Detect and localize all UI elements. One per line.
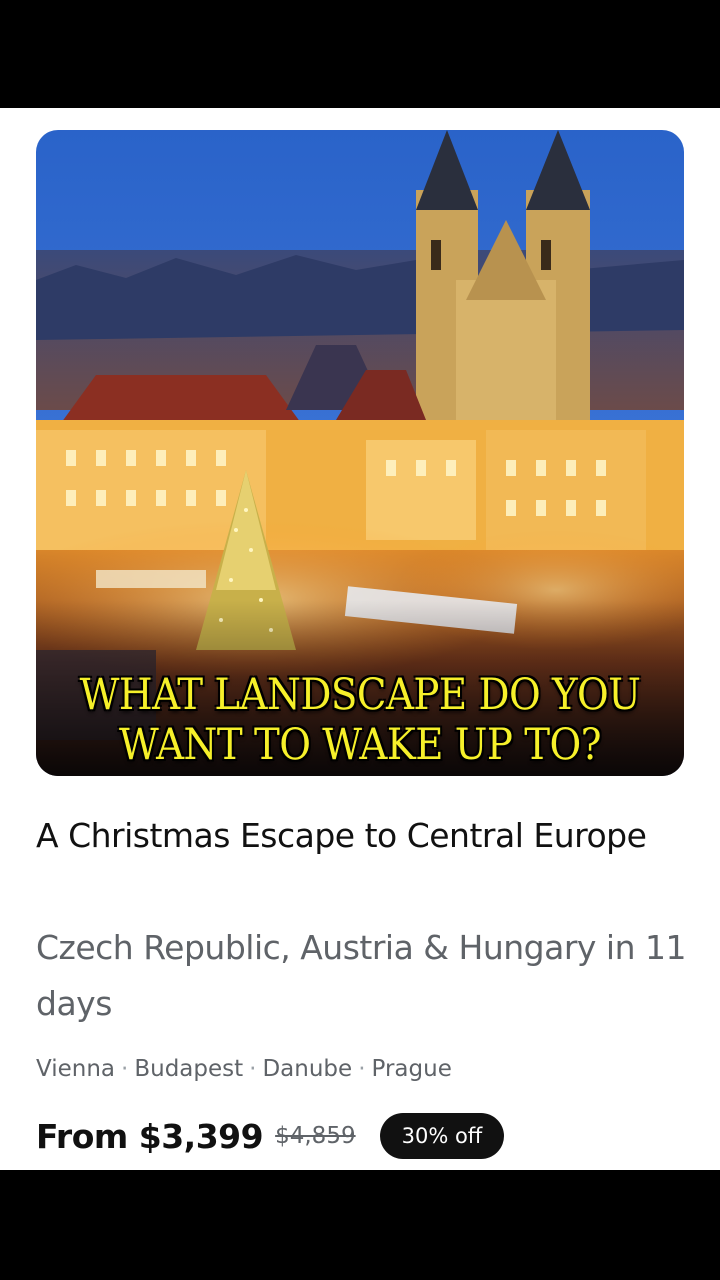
trip-stops: Vienna · Budapest · Danube · Prague	[36, 1052, 452, 1086]
stop-separator: ·	[249, 1056, 257, 1082]
trip-card[interactable]: WHAT LANDSCAPE DO YOU WANT TO WAKE UP TO…	[0, 108, 720, 1170]
hero-caption-line-2: WANT TO WAKE UP TO?	[118, 720, 602, 770]
original-price: $4,859	[275, 1123, 356, 1149]
stop-separator: ·	[121, 1056, 129, 1082]
hero-caption: WHAT LANDSCAPE DO YOU WANT TO WAKE UP TO…	[36, 670, 684, 770]
hero-caption-line-1: WHAT LANDSCAPE DO YOU	[79, 670, 641, 720]
current-price: From $3,399	[36, 1116, 264, 1156]
price-row: From $3,399 $4,859 30% off	[36, 1112, 505, 1160]
stop-budapest: Budapest	[134, 1056, 244, 1082]
stop-danube: Danube	[262, 1056, 353, 1082]
trip-subtitle: Czech Republic, Austria & Hungary in 11 …	[36, 928, 687, 1023]
stop-separator: ·	[358, 1056, 366, 1082]
stop-prague: Prague	[371, 1056, 452, 1082]
discount-badge: 30% off	[379, 1113, 505, 1159]
hero-image[interactable]: WHAT LANDSCAPE DO YOU WANT TO WAKE UP TO…	[36, 130, 684, 776]
top-letterbox	[0, 0, 720, 108]
bottom-letterbox	[0, 1170, 720, 1280]
stop-vienna: Vienna	[36, 1056, 116, 1082]
trip-title[interactable]: A Christmas Escape to Central Europe	[36, 808, 676, 864]
